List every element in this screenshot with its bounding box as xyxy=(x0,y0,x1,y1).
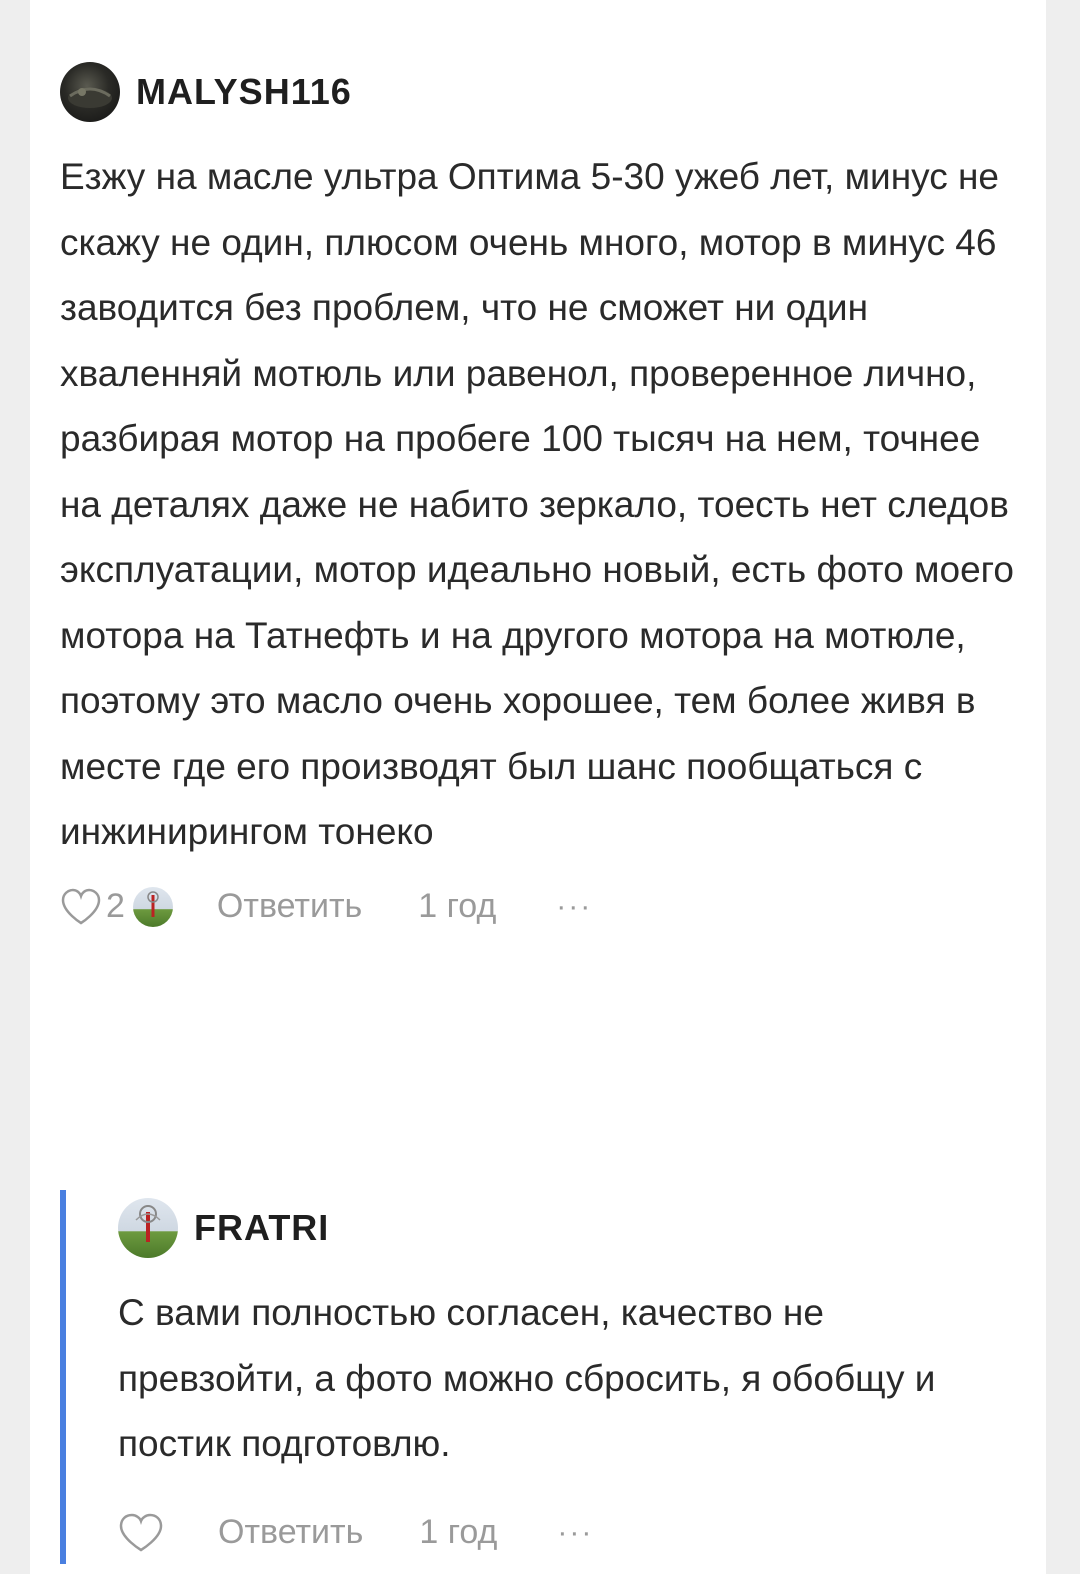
comment-text: С вами полностью согласен, качество не п… xyxy=(118,1292,936,1464)
comment-actions: Ответить 1 год ··· xyxy=(118,1503,1018,1563)
like-button[interactable]: 2 xyxy=(60,887,125,926)
comment: MALYSH116 Езжу на масле ультра Оптима 5-… xyxy=(60,60,1020,937)
comment-actions: 2 Ответить 1 год ··· xyxy=(60,877,1020,937)
heart-icon xyxy=(119,1513,163,1551)
comment-header: MALYSH116 xyxy=(60,60,1020,124)
avatar[interactable] xyxy=(60,62,120,122)
liker-avatar[interactable] xyxy=(132,886,173,927)
more-options-button[interactable]: ··· xyxy=(556,890,592,924)
comment-text: Езжу на масле ультра Оптима 5-30 ужеб ле… xyxy=(60,156,1014,852)
reply-comment: FRATRI С вами полностью согласен, качест… xyxy=(118,1196,1018,1563)
more-options-button[interactable]: ··· xyxy=(557,1516,593,1550)
avatar-image-icon xyxy=(68,87,112,108)
comment-time: 1 год xyxy=(419,1513,498,1551)
comment-time: 1 год xyxy=(418,887,497,925)
reply-thread-line xyxy=(60,1190,66,1564)
avatar-image-icon xyxy=(135,1205,161,1242)
reply-button[interactable]: Ответить xyxy=(217,887,362,926)
comment-header: FRATRI xyxy=(118,1196,1018,1260)
liker-avatar-image-icon xyxy=(147,890,159,917)
avatar[interactable] xyxy=(118,1198,178,1258)
heart-icon xyxy=(61,888,101,924)
like-count: 2 xyxy=(106,887,125,925)
author-name[interactable]: FRATRI xyxy=(194,1207,329,1249)
author-name[interactable]: MALYSH116 xyxy=(136,71,352,113)
reply-button[interactable]: Ответить xyxy=(218,1513,363,1552)
like-button[interactable] xyxy=(118,1513,164,1553)
comments-card: MALYSH116 Езжу на масле ультра Оптима 5-… xyxy=(30,0,1046,1574)
